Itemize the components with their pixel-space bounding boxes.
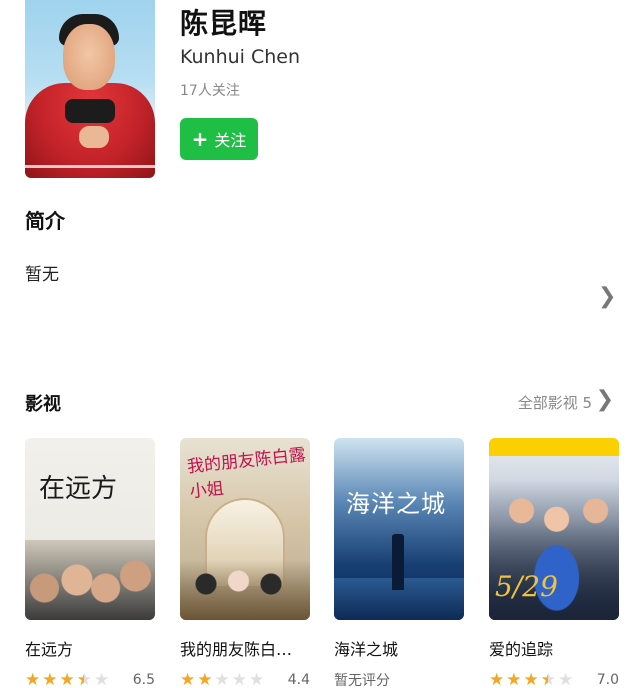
- profile-english-name: Kunhui Chen: [180, 46, 301, 68]
- avatar-collar: [65, 99, 115, 123]
- film-rating: ★ ★ ★ ★ ★ 6.5: [25, 670, 155, 688]
- avatar-rail: [25, 165, 155, 168]
- film-rating: 暂无评分: [334, 670, 464, 688]
- poster-people: [25, 540, 155, 620]
- poster-title-text: 在远方: [39, 474, 118, 504]
- film-card[interactable]: 我的朋友陈白露小姐 我的朋友陈白… ★ ★ ★ ★ ★ 4.4: [180, 438, 310, 688]
- star-empty-icon: ★: [249, 669, 265, 688]
- star-icon: ★: [42, 669, 58, 688]
- poster-title-text: 我的朋友陈白露小姐: [186, 445, 307, 503]
- star-rating: ★ ★ ★ ★ ★: [25, 669, 110, 688]
- star-icon: ★: [25, 669, 41, 688]
- star-rating: ★ ★ ★ ★ ★: [489, 669, 574, 688]
- intro-text: 暂无: [25, 265, 59, 285]
- profile-name: 陈昆晖: [180, 7, 268, 40]
- chevron-right-icon[interactable]: ❯: [598, 284, 616, 309]
- star-icon: ★: [506, 669, 522, 688]
- chevron-right-icon[interactable]: ❯: [596, 387, 614, 412]
- star-icon: ★: [523, 669, 539, 688]
- film-score: 6.5: [132, 672, 155, 688]
- film-title[interactable]: 海洋之城: [334, 636, 464, 660]
- follow-label: 关注: [214, 131, 247, 150]
- film-card[interactable]: 在远方 在远方 ★ ★ ★ ★ ★ 6.5: [25, 438, 155, 688]
- poster-lighthouse: [392, 534, 404, 590]
- star-empty-icon: ★: [558, 669, 574, 688]
- star-half-icon: ★: [77, 671, 92, 688]
- star-icon: ★: [180, 669, 196, 688]
- film-score: 7.0: [596, 672, 619, 688]
- plus-icon: +: [191, 127, 209, 151]
- star-half-icon: ★: [541, 671, 556, 688]
- film-poster[interactable]: 海洋之城: [334, 438, 464, 620]
- film-title[interactable]: 我的朋友陈白…: [180, 636, 310, 660]
- film-poster[interactable]: 5/29: [489, 438, 619, 620]
- film-poster[interactable]: 我的朋友陈白露小姐: [180, 438, 310, 620]
- star-icon: ★: [197, 669, 213, 688]
- film-title[interactable]: 在远方: [25, 636, 155, 660]
- film-rating: ★ ★ ★ ★ ★ 7.0: [489, 670, 619, 688]
- poster-people: [180, 560, 310, 620]
- follower-count: 17人关注: [180, 83, 240, 99]
- avatar-hand: [79, 126, 109, 148]
- film-score: 4.4: [287, 672, 310, 688]
- star-rating: ★ ★ ★ ★ ★: [180, 669, 265, 688]
- film-poster[interactable]: 在远方: [25, 438, 155, 620]
- avatar-face: [63, 24, 115, 90]
- films-section-title: 影视: [25, 394, 61, 415]
- film-title[interactable]: 爱的追踪: [489, 636, 619, 660]
- film-card[interactable]: 海洋之城 海洋之城 暂无评分: [334, 438, 464, 688]
- star-icon: ★: [59, 669, 75, 688]
- film-card[interactable]: 5/29 爱的追踪 ★ ★ ★ ★ ★ 7.0: [489, 438, 619, 688]
- profile-header: 陈昆晖 Kunhui Chen 17人关注 + 关注: [0, 0, 640, 190]
- intro-title: 简介: [25, 209, 65, 233]
- no-rating-text: 暂无评分: [334, 673, 390, 688]
- star-icon: ★: [489, 669, 505, 688]
- poster-banner: [489, 438, 619, 456]
- all-films-link[interactable]: 全部影视 5: [518, 392, 592, 413]
- poster-title-text: 海洋之城: [346, 490, 446, 518]
- avatar[interactable]: [25, 0, 155, 178]
- star-empty-icon: ★: [231, 669, 247, 688]
- follow-button[interactable]: + 关注: [180, 118, 258, 160]
- poster-date-text: 5/29: [495, 570, 558, 603]
- star-empty-icon: ★: [94, 669, 110, 688]
- star-empty-icon: ★: [214, 669, 230, 688]
- film-rating: ★ ★ ★ ★ ★ 4.4: [180, 670, 310, 688]
